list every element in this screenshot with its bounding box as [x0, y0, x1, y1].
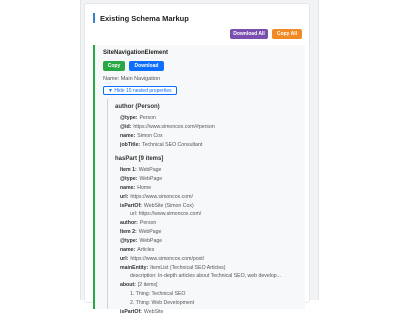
property-line: isPartOf: WebSite (Simon Cox)	[120, 203, 194, 209]
property-line: about: [2 items]	[120, 282, 158, 288]
property-line: mainEntity: ItemList (Technical SEO Artic…	[120, 265, 226, 271]
copy-all-button[interactable]: Copy All	[272, 29, 302, 39]
property-line: isPartOf: WebSite	[120, 309, 164, 315]
schema-type-name: SiteNavigationElement	[103, 50, 169, 56]
author-heading: author (Person)	[115, 104, 160, 110]
schema-panel: Existing Schema Markup Download All Copy…	[84, 3, 310, 315]
property-line: description: In-depth articles about Tec…	[130, 273, 282, 279]
download-button[interactable]: Download	[129, 61, 164, 71]
property-line: @type: WebPage	[120, 176, 163, 182]
property-line: name: Home	[120, 185, 152, 191]
property-line: url: https://www.simoncox.com/	[130, 211, 202, 217]
copy-button[interactable]: Copy	[103, 61, 125, 71]
schema-name-value: Name: Main Navigation	[103, 76, 161, 82]
property-line: name: Articles	[120, 247, 155, 253]
download-all-button[interactable]: Download All	[230, 29, 268, 39]
property-line: 2. Thing: Web Development	[130, 300, 195, 306]
title-accent-bar	[93, 13, 95, 23]
property-line: name: Simon Cox	[120, 133, 163, 139]
property-line: 1. Thing: Technical SEO	[130, 291, 186, 297]
property-line: Item 1: WebPage	[120, 167, 162, 173]
property-line: @id: https://www.simoncox.com/#person	[120, 124, 215, 130]
panel-header: Existing Schema Markup	[93, 13, 189, 23]
haspart-heading: hasPart [9 items]	[115, 156, 164, 162]
property-line: author: Person	[120, 220, 157, 226]
schema-element-card: SiteNavigationElement Copy Download Name…	[93, 45, 305, 315]
property-line: url: https://www.simoncox.com/post/	[120, 256, 205, 262]
property-line: @type: Person	[120, 115, 156, 121]
property-line: @type: WebPage	[120, 238, 163, 244]
property-line: jobTitle: Technical SEO Consultant	[120, 142, 203, 148]
toggle-nested-button[interactable]: ▼ Hide 10 nested properties	[103, 86, 177, 95]
property-line: url: https://www.simoncox.com/	[120, 194, 193, 200]
nested-properties: author (Person) @type: Person @id: https:/…	[107, 99, 303, 315]
property-line: Item 2: WebPage	[120, 229, 162, 235]
page-title: Existing Schema Markup	[100, 13, 189, 23]
